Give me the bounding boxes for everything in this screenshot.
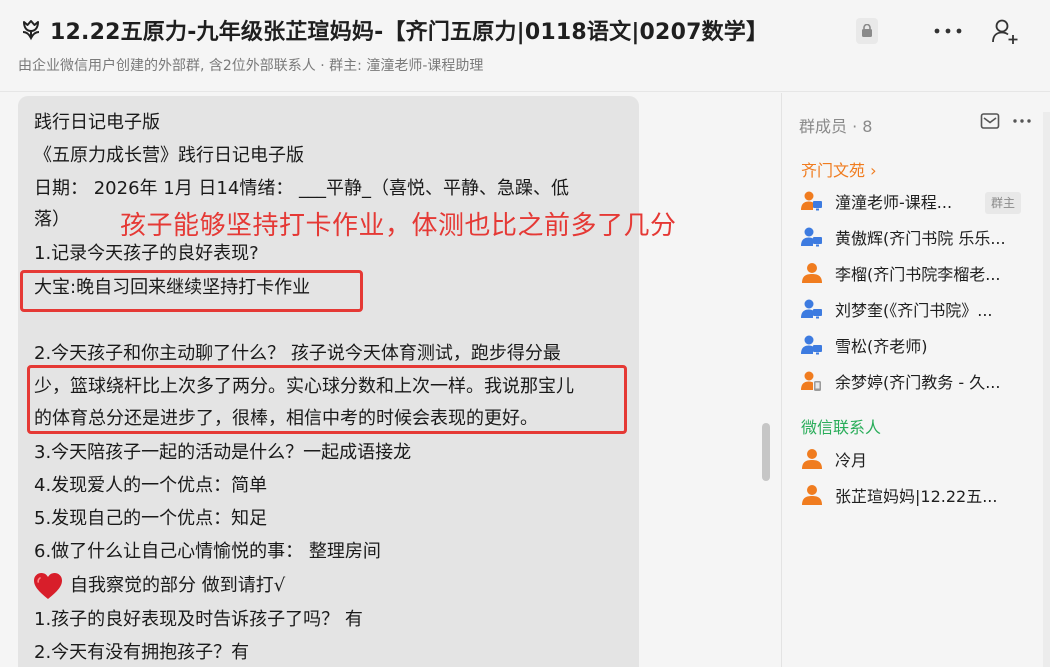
person-screen-icon (801, 227, 822, 247)
message-line: 2.今天有没有拥抱孩子？有 (34, 642, 250, 663)
add-member-icon[interactable] (988, 14, 1022, 48)
chat-area[interactable]: 践行日记电子版 《五原力成长营》践行日记电子版 日期： 2026年 1月 日14… (0, 93, 780, 667)
person-phone-icon (801, 371, 821, 391)
member-name: 冷月 (835, 451, 868, 470)
message-line: 4.发现爱人的一个优点：简单 (34, 475, 268, 496)
member-name: 潼潼老师-课程... (835, 193, 953, 212)
person-icon (802, 485, 822, 505)
member-name: 张芷瑄妈妈|12.22五... (835, 487, 998, 506)
message-line: 2.今天孩子和你主动聊了什么？ 孩子说今天体育测试，跑步得分最 (34, 343, 561, 364)
red-annotation: 孩子能够坚持打卡作业，体测也比之前多了几分 (120, 211, 677, 241)
tulip-icon (18, 17, 44, 43)
chat-header: 12.22五原力-九年级张芷瑄妈妈-【齐门五原力|0118语文|0207数学】 … (0, 0, 1050, 92)
member-count-label: 群成员 · 8 (799, 117, 873, 136)
message-line: 5.发现自己的一个优点：知足 (34, 508, 268, 529)
message-line: 1.记录今天孩子的良好表现? (34, 243, 259, 264)
member-item[interactable]: 余梦婷(齐门教务 - 久... (801, 367, 1000, 395)
member-name: 黄傲辉(齐门书院 乐乐... (835, 229, 1006, 248)
member-item[interactable]: 李榴(齐门书院李榴老... (801, 259, 1001, 287)
member-item[interactable]: 雪松(齐老师) (801, 331, 928, 359)
message-line: 3.今天陪孩子一起的活动是什么？一起成语接龙 (34, 442, 412, 463)
title-row: 12.22五原力-九年级张芷瑄妈妈-【齐门五原力|0118语文|0207数学】 (18, 14, 768, 46)
person-screen-icon (801, 191, 822, 211)
person-icon (802, 449, 822, 469)
window-edge (1043, 112, 1050, 667)
person-icon (802, 263, 822, 283)
member-more-icon[interactable] (1010, 111, 1034, 131)
member-item[interactable]: 刘梦奎(《齐门书院》... (801, 295, 993, 323)
member-name: 雪松(齐老师) (835, 337, 928, 356)
section-wechat: 微信联系人 (801, 418, 882, 437)
red-heart-icon (34, 573, 62, 599)
message-line: 《五原力成长营》践行日记电子版 (34, 145, 304, 166)
message-line: 践行日记电子版 (34, 112, 160, 133)
member-item[interactable]: 黄傲辉(齐门书院 乐乐... (801, 223, 1006, 251)
more-icon[interactable] (930, 16, 966, 46)
message-line: 自我察觉的部分 做到请打√ (70, 575, 286, 596)
highlight-box-conversation (27, 365, 627, 434)
member-panel: 群成员 · 8 齐门文苑 › 潼潼老师-课程... 群主 黄傲辉(齐门书院 乐乐… (781, 93, 1050, 667)
page-title: 12.22五原力-九年级张芷瑄妈妈-【齐门五原力|0118语文|0207数学】 (50, 20, 769, 45)
member-item[interactable]: 冷月 (801, 445, 867, 473)
member-name: 李榴(齐门书院李榴老... (835, 265, 1001, 284)
owner-badge: 群主 (985, 192, 1022, 214)
message-line: 1.孩子的良好表现及时告诉孩子了吗？ 有 (34, 609, 363, 630)
member-item[interactable]: 潼潼老师-课程... (801, 187, 952, 215)
message-line: 落） (34, 209, 70, 230)
member-item[interactable]: 张芷瑄妈妈|12.22五... (801, 481, 997, 509)
section-company[interactable]: 齐门文苑 › (801, 157, 877, 181)
chat-scrollbar[interactable] (762, 423, 770, 481)
chat-subtitle: 由企业微信用户创建的外部群, 含2位外部联系人 · 群主: 潼潼老师-课程助理 (18, 58, 484, 74)
lock-icon[interactable] (856, 18, 878, 44)
message-line: 日期： 2026年 1月 日14情绪： ___平静_（喜悦、平静、急躁、低 (34, 178, 570, 199)
member-name: 余梦婷(齐门教务 - 久... (835, 373, 1001, 392)
mail-icon[interactable] (980, 112, 1000, 130)
person-screen-icon (801, 299, 822, 319)
message-line: 6.做了什么让自己心情愉悦的事： 整理房间 (34, 541, 381, 562)
highlight-box-good-behavior (20, 270, 363, 312)
member-name: 刘梦奎(《齐门书院》... (835, 301, 993, 320)
person-screen-icon (801, 335, 822, 355)
